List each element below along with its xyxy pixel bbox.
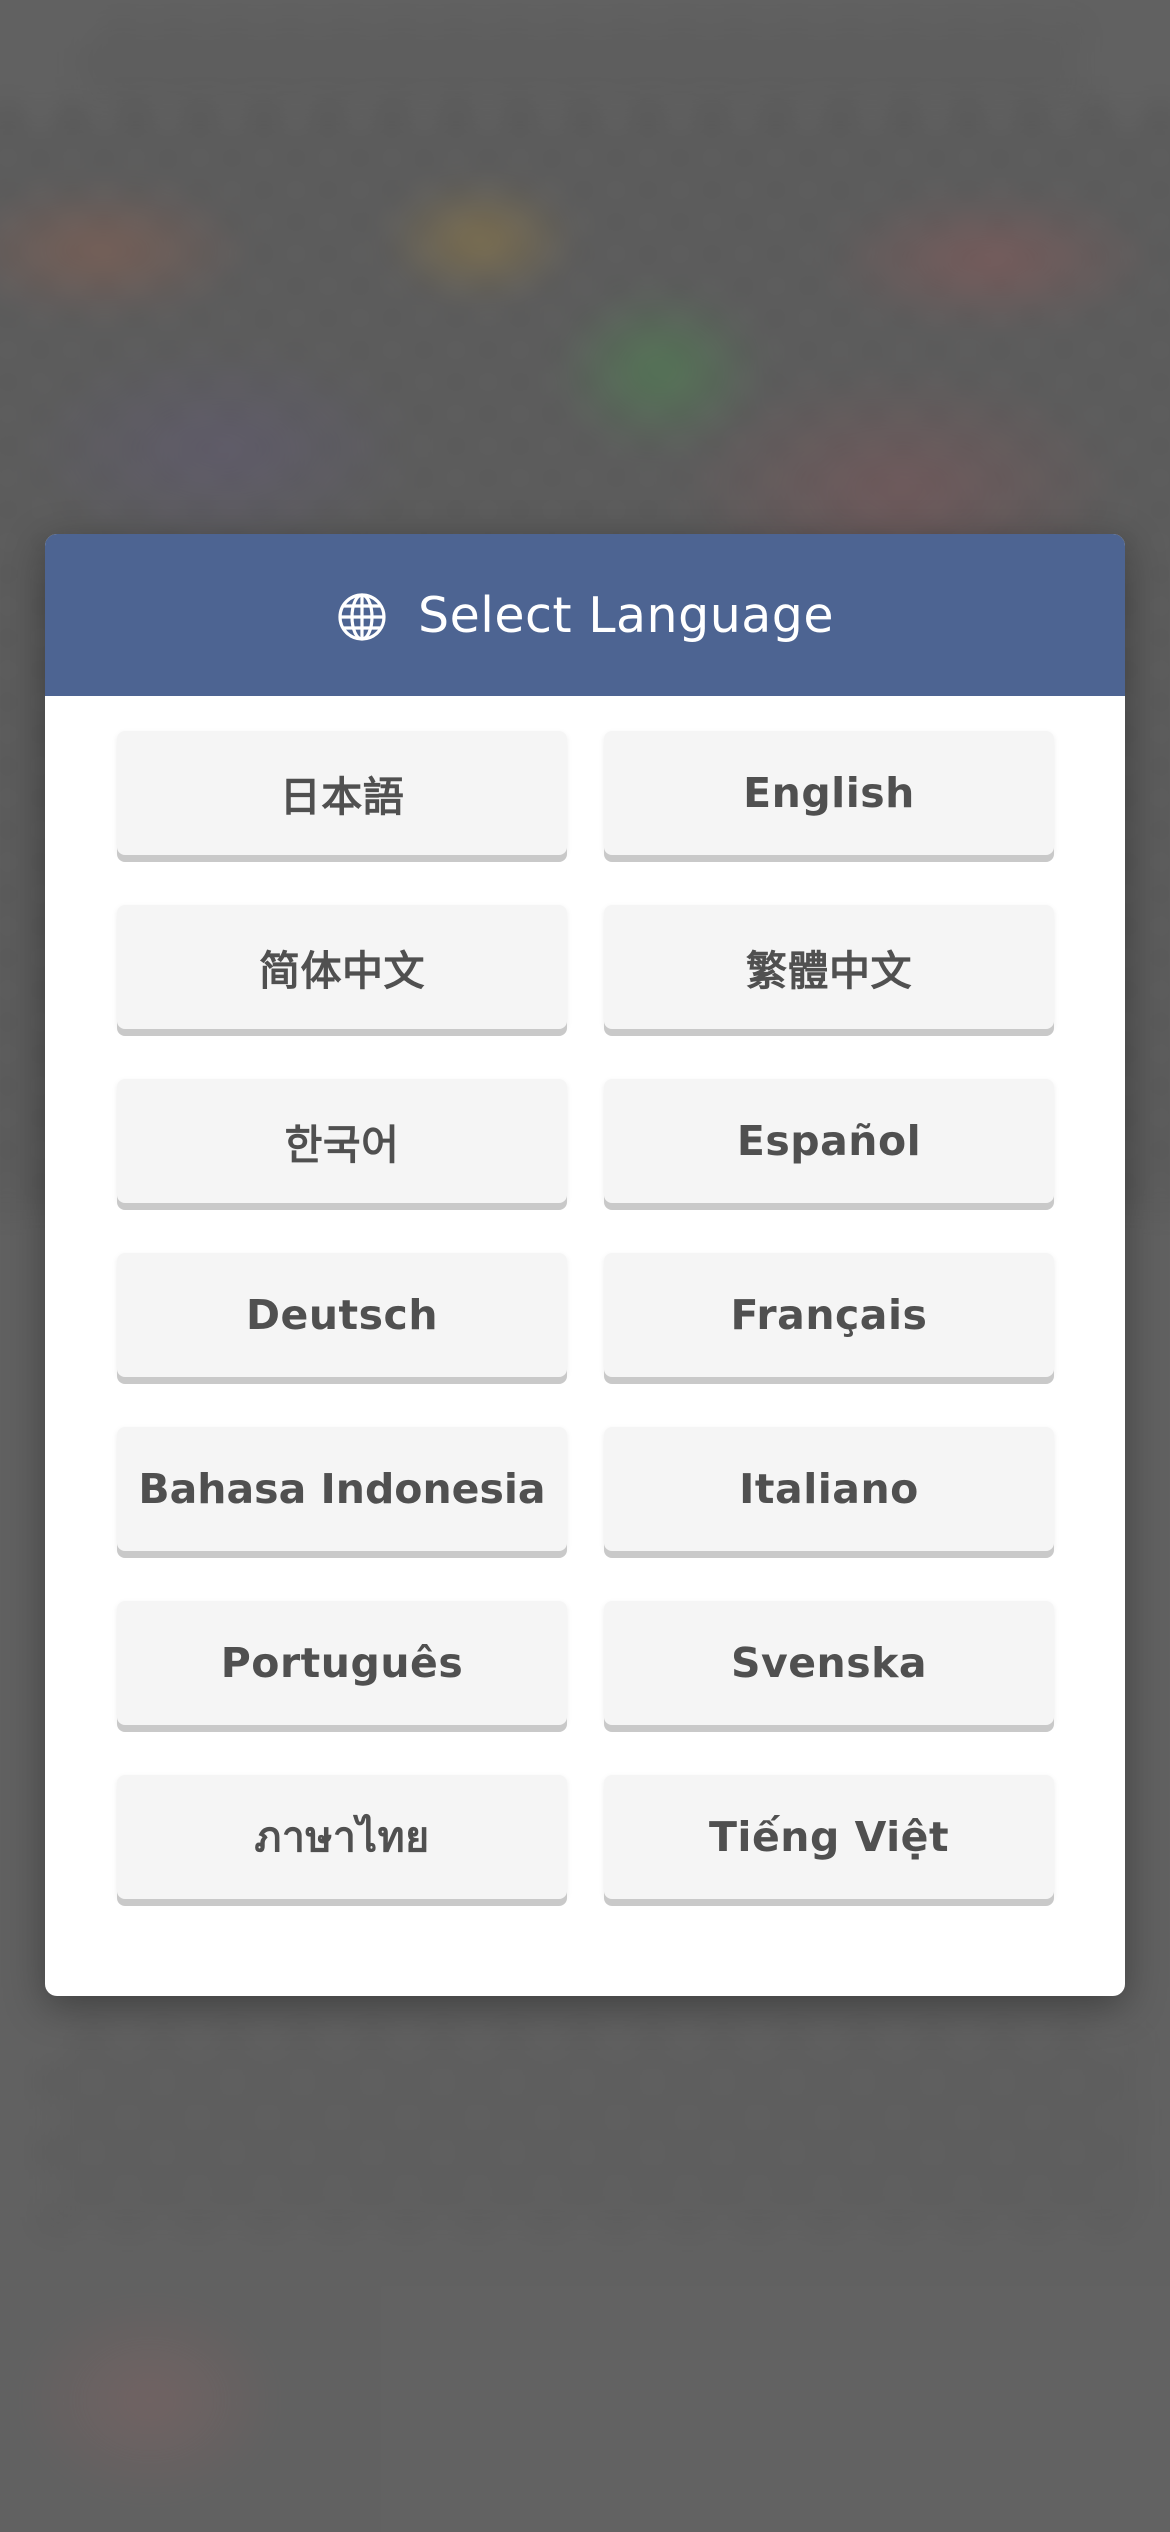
dialog-title: Select Language: [417, 586, 835, 644]
language-button-vietnamese[interactable]: Tiếng Việt: [604, 1775, 1054, 1899]
language-dialog: Select Language 日本語 English 简体中文 繁體中文 한국…: [45, 534, 1125, 1996]
language-button-korean[interactable]: 한국어: [117, 1079, 567, 1203]
language-button-spanish[interactable]: Español: [604, 1079, 1054, 1203]
dialog-header: Select Language: [45, 534, 1125, 696]
language-button-swedish[interactable]: Svenska: [604, 1601, 1054, 1725]
globe-icon: [336, 591, 388, 643]
language-button-simplified-chinese[interactable]: 简体中文: [117, 905, 567, 1029]
language-button-italian[interactable]: Italiano: [604, 1427, 1054, 1551]
language-button-german[interactable]: Deutsch: [117, 1253, 567, 1377]
language-button-japanese[interactable]: 日本語: [117, 731, 567, 855]
language-button-english[interactable]: English: [604, 731, 1054, 855]
language-button-traditional-chinese[interactable]: 繁體中文: [604, 905, 1054, 1029]
language-button-thai[interactable]: ภาษาไทย: [117, 1775, 567, 1899]
language-button-indonesian[interactable]: Bahasa Indonesia: [117, 1427, 567, 1551]
language-button-portuguese[interactable]: Português: [117, 1601, 567, 1725]
language-grid: 日本語 English 简体中文 繁體中文 한국어 Español Deutsc…: [117, 731, 1054, 1899]
language-button-french[interactable]: Français: [604, 1253, 1054, 1377]
